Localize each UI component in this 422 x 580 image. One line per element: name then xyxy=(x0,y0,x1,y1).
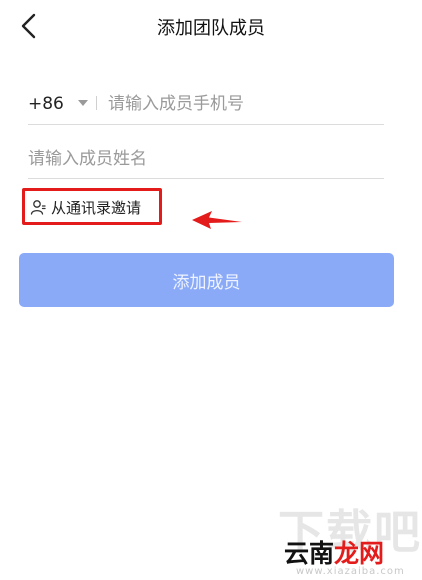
phone-input[interactable] xyxy=(108,90,378,118)
watermark: 下载吧 云南龙网 www.xiazaiba.com xyxy=(272,492,422,580)
watermark-logo-text: 云南龙网 xyxy=(284,534,384,570)
invite-label: 从通讯录邀请 xyxy=(51,198,142,217)
name-input[interactable] xyxy=(28,145,378,173)
header: 添加团队成员 xyxy=(0,0,422,56)
name-row xyxy=(28,140,384,179)
screen: 添加团队成员 +86 从通讯录邀请 添加成员 下载吧 云南龙网 www.xiaz… xyxy=(0,0,422,580)
page-title: 添加团队成员 xyxy=(157,18,265,39)
arrow-left-icon xyxy=(192,211,242,229)
watermark-text-part2: 龙网 xyxy=(334,539,385,568)
add-member-button[interactable]: 添加成员 xyxy=(19,253,394,307)
country-code-selector[interactable]: +86 xyxy=(28,94,64,114)
watermark-text-part1: 云南 xyxy=(284,539,335,568)
invite-from-contacts-link[interactable]: 从通讯录邀请 xyxy=(30,196,141,218)
watermark-url: www.xiazaiba.com xyxy=(296,566,405,577)
phone-row: +86 xyxy=(28,84,384,125)
caret-down-icon[interactable] xyxy=(78,100,88,106)
person-icon xyxy=(30,200,46,215)
divider xyxy=(96,96,97,110)
